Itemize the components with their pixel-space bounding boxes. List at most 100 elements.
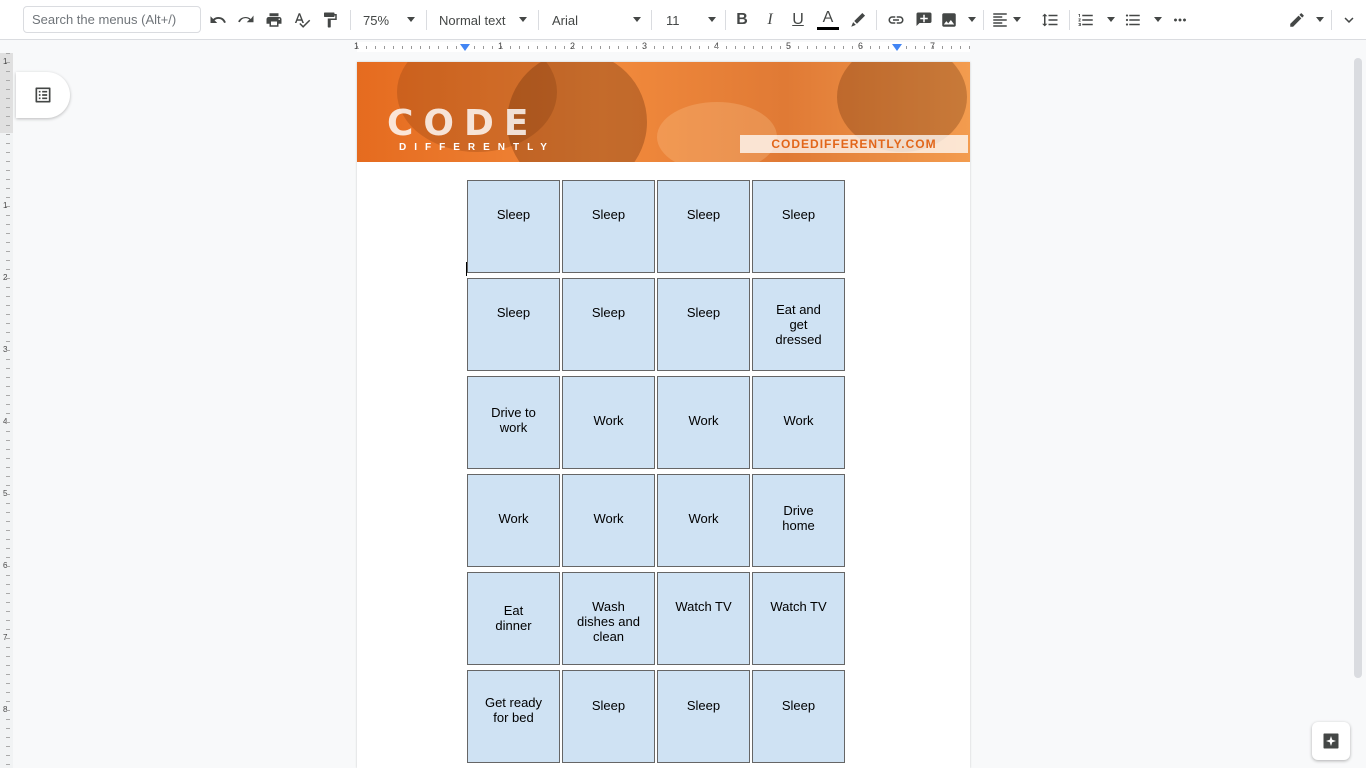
undo-icon [210,16,226,23]
document-outline-button[interactable] [16,72,70,118]
paint-format-button[interactable] [318,6,342,34]
paragraph-style-select[interactable]: Normal text [439,6,527,34]
table-cell[interactable]: Work [657,376,750,469]
table-cell[interactable]: Work [657,474,750,567]
underline-icon: U [792,11,804,28]
chevron-down-icon [1344,17,1354,23]
document-page[interactable]: CODE DIFFERENTLY CODEDIFFERENTLY.COM Sle… [357,62,970,768]
ruler-tick [6,143,10,144]
redo-button[interactable] [234,6,258,34]
table-cell[interactable]: Drive home [752,474,845,567]
ruler-tick [6,296,10,297]
font-size-select[interactable]: 11 [666,6,716,34]
horizontal-ruler[interactable]: 1 1 2 3 4 5 6 7 [354,40,970,53]
ruler-tick [807,46,808,49]
font-family-select[interactable]: Arial [552,6,641,34]
numbered-list-button[interactable] [1077,6,1115,34]
ruler-tick [6,701,10,702]
table-cell[interactable]: Sleep [752,670,845,763]
italic-icon: I [767,11,773,28]
ruler-tick [6,269,10,270]
hide-menus-button[interactable] [1337,6,1361,34]
explore-button[interactable] [1312,722,1350,760]
ruler-tick [6,602,10,603]
text-cursor [466,262,467,276]
bold-button[interactable]: B [731,6,753,34]
zoom-select[interactable]: 75% [363,6,415,34]
cell-text: Work [593,511,624,526]
underline-button[interactable]: U [787,6,809,34]
ruler-tick [6,224,10,225]
table-cell[interactable]: Work [467,474,560,567]
ruler-tick [762,46,763,49]
cell-text: Work [688,511,719,526]
highlight-color-button[interactable] [846,6,870,34]
ruler-tick [6,557,10,558]
insert-link-button[interactable] [884,6,908,34]
ruler-tick [6,593,10,594]
cell-text: Sleep [686,698,721,713]
insert-image-button[interactable] [940,6,976,34]
ruler-tick [744,46,745,49]
ruler-tick [6,656,10,657]
table-cell[interactable]: Sleep [752,180,845,273]
zoom-value: 75% [363,12,390,28]
ruler-tick [6,287,10,288]
insert-comment-button[interactable] [912,6,936,34]
ruler-tick [6,611,10,612]
table-cell[interactable]: Sleep [657,278,750,371]
ruler-tick [6,692,10,693]
spellcheck-button[interactable] [290,6,314,34]
toolbar: 75% Normal text Arial 11 B I U A [0,0,1366,40]
line-spacing-button[interactable] [1038,6,1062,34]
cell-text: Sleep [591,207,626,222]
table-cell[interactable]: Sleep [562,180,655,273]
print-button[interactable] [262,6,286,34]
table-cell[interactable]: Watch TV [752,572,845,665]
table-cell[interactable]: Wash dishes and clean [562,572,655,665]
cell-text: Eat dinner [495,603,532,633]
table-cell[interactable]: Get ready for bed [467,670,560,763]
table-cell[interactable]: Sleep [467,278,560,371]
bulleted-list-button[interactable] [1124,6,1162,34]
ruler-tick [6,647,10,648]
cell-text: Wash dishes and clean [577,599,640,644]
table-cell[interactable]: Sleep [562,670,655,763]
left-indent-marker[interactable] [460,44,470,51]
right-indent-marker[interactable] [892,44,902,51]
table-cell[interactable]: Sleep [467,180,560,273]
table-cell[interactable]: Work [562,474,655,567]
ruler-tick [870,46,871,49]
cell-text: Sleep [686,207,721,222]
ruler-tick [393,46,394,49]
table-cell[interactable]: Work [752,376,845,469]
align-button[interactable] [991,6,1021,34]
ruler-tick [438,46,439,49]
search-menus-input[interactable] [23,6,201,33]
editing-mode-button[interactable] [1288,6,1324,34]
table-cell[interactable]: Sleep [657,670,750,763]
ruler-tick [6,251,10,252]
table-cell[interactable]: Eat and get dressed [752,278,845,371]
table-cell[interactable]: Eat dinner [467,572,560,665]
more-options-button[interactable] [1168,6,1192,34]
chevron-down-icon [1107,17,1115,22]
table-cell[interactable]: Watch TV [657,572,750,665]
ruler-tick [6,134,10,135]
font-family-value: Arial [552,12,579,28]
vertical-scrollbar[interactable] [1354,58,1362,678]
undo-button[interactable] [206,6,230,34]
ruler-tick [573,46,574,49]
ruler-tick [6,710,10,711]
table-cell[interactable]: Sleep [562,278,655,371]
ruler-tick [6,620,10,621]
ruler-tick [618,46,619,49]
table-cell[interactable]: Work [562,376,655,469]
text-color-button[interactable]: A [815,6,841,34]
table-cell[interactable]: Drive to work [467,376,560,469]
table-cell[interactable]: Sleep [657,180,750,273]
vertical-ruler[interactable]: 1 1 2 3 4 5 6 7 8 [0,53,13,768]
italic-button[interactable]: I [759,6,781,34]
ruler-tick [6,125,10,126]
ruler-tick [492,46,493,49]
